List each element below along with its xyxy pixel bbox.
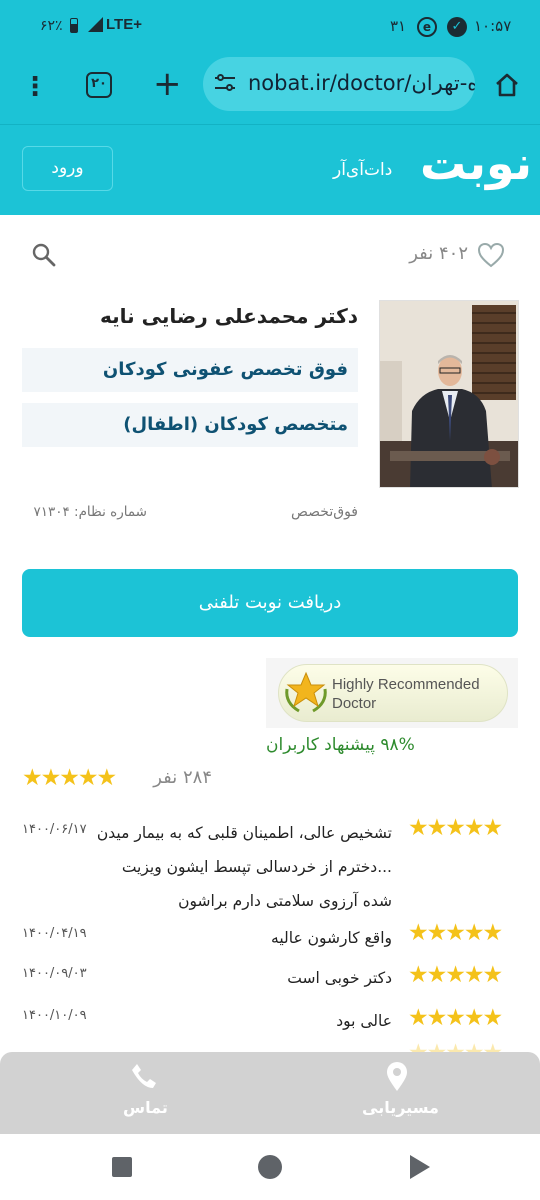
home-icon[interactable] [494,72,520,98]
review-3-stars: ★★★★★ [408,962,503,988]
review-1-text: تشخیص عالی، اطمینان قلبی که به بیمار مید… [96,824,392,910]
status-bar: ۶۲٪ LTE+ ۳۱ e ✓ ۱۰:۵۷ [0,0,540,56]
browser-toolbar: ⋮ ۲۰ + nobat.ir/doctor/ه-تهران [0,56,540,124]
home-circle-icon[interactable] [258,1155,282,1179]
doctor-name: دکتر محمدعلی رضایی نایه [100,304,358,328]
logo-subtitle: دات‌آی‌آر [333,160,393,180]
bottom-nav: مسیریابی تماس [0,1052,540,1134]
specialty-2: متخصص کودکان (اطفال) [22,403,358,447]
heart-icon[interactable] [477,242,505,268]
likes-counter: ۴۰۲ نفر [398,243,468,264]
battery-percent: ۶۲٪ [40,18,63,34]
clock: ۱۰:۵۷ [474,17,512,35]
new-tab-icon[interactable]: + [153,66,182,102]
browser-e-icon: e [417,17,437,37]
search-icon[interactable] [32,243,56,267]
location-pin-icon[interactable] [384,1062,410,1092]
review-4-date: ۱۴۰۰/۱۰/۰۹ [22,1008,87,1023]
rating-count: ۲۸۴ [182,767,212,788]
url-path: nobat.ir/doctor/ [248,71,412,95]
review-2-text: واقع کارشون عالیه [271,929,392,947]
laurel-star-icon [281,669,331,717]
review-4-text: عالی بود [336,1012,392,1030]
call-label[interactable]: تماس [123,1098,168,1117]
site-logo[interactable]: نوبت [420,136,532,190]
recents-icon[interactable] [112,1157,132,1177]
review-2-date: ۱۴۰۰/۰۴/۱۹ [22,926,87,941]
badge-line-2: Doctor [332,695,377,712]
rating-unit: نفر [153,767,178,788]
rating-counter: ۲۸۴ نفر [138,767,212,788]
review-2-stars: ★★★★★ [408,920,503,946]
review-4-stars: ★★★★★ [408,1005,503,1031]
recommend-percent: ۹۸% پیشنهاد کاربران [266,735,415,755]
recommended-badge: Highly Recommended Doctor [266,658,518,728]
doctor-photo [379,300,519,488]
shield-check-icon: ✓ [447,17,467,37]
signal-icon [88,17,103,32]
degree-label: فوق‌تخصص [290,504,358,520]
login-button[interactable]: ورود [22,146,113,191]
battery-icon [70,18,78,33]
date-badge: ۳۱ [390,17,407,35]
badge-text: Highly Recommended Doctor [332,675,480,713]
phone-icon[interactable] [130,1062,158,1090]
specialty-1: فوق تخصص عفونی کودکان [22,348,358,392]
directions-label[interactable]: مسیریابی [362,1098,439,1117]
url-suffix: ه-تهران [411,71,475,95]
overall-rating-stars: ★★★★★ [22,765,117,791]
review-1-date: ۱۴۰۰/۰۶/۱۷ [22,822,87,837]
tab-count-button[interactable]: ۲۰ [86,72,112,98]
license-number: شماره نظام: ۷۱۳۰۴ [33,504,147,520]
review-1-stars: ★★★★★ [408,815,503,841]
system-nav-bar [0,1134,540,1200]
badge-line-1: Highly Recommended [332,676,480,693]
more-options-icon[interactable]: ⋮ [22,72,48,102]
review-3-date: ۱۴۰۰/۰۹/۰۳ [22,966,87,981]
likes-unit: نفر [409,243,434,264]
network-type: LTE+ [106,16,142,33]
url-bar[interactable]: nobat.ir/doctor/ه-تهران [203,57,475,111]
likes-count: ۴۰۲ [438,243,468,264]
phone-appointment-button[interactable]: دریافت نوبت تلفنی [22,569,518,637]
site-settings-icon[interactable] [215,73,237,95]
url-text: nobat.ir/doctor/ه-تهران [248,71,475,95]
back-triangle-icon[interactable] [410,1155,430,1179]
recommended-badge-pill: Highly Recommended Doctor [278,664,508,722]
review-3-text: دکتر خوبی است [287,969,392,987]
